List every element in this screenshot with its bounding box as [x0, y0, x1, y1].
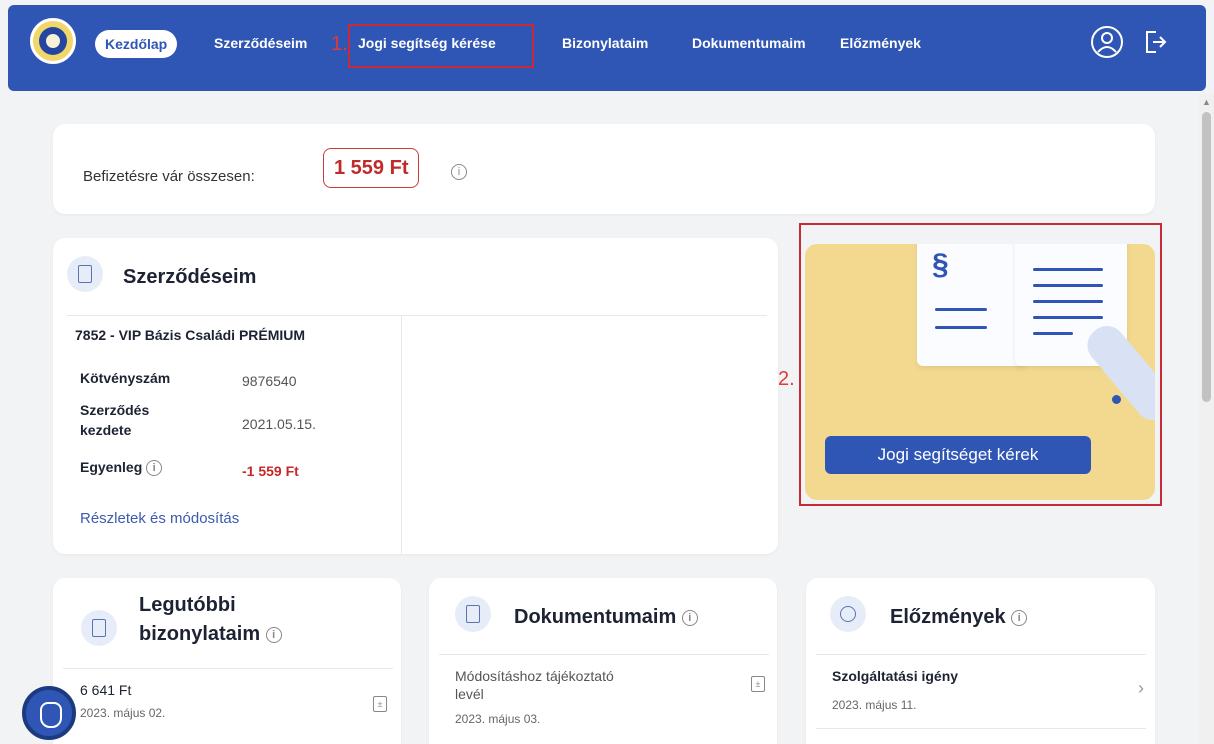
- balance-label: Egyenleg i: [80, 459, 163, 477]
- logout-icon[interactable]: [1144, 29, 1168, 60]
- nav-history[interactable]: Előzmények: [840, 35, 921, 51]
- info-icon[interactable]: i: [1011, 609, 1028, 626]
- receipts-title-line-1: Legutóbbi: [139, 594, 236, 616]
- info-icon[interactable]: i: [451, 164, 467, 180]
- documents-title-text: Dokumentumaim: [514, 606, 677, 628]
- nav-documents[interactable]: Dokumentumaim: [692, 35, 806, 51]
- accessibility-settings-button[interactable]: [22, 686, 76, 740]
- top-navigation: Kezdőlap Szerződéseim 1. Jogi segítség k…: [8, 5, 1206, 91]
- info-icon[interactable]: i: [265, 626, 282, 643]
- info-icon[interactable]: i: [146, 460, 163, 477]
- pointing-hand-illustration: [1080, 318, 1155, 428]
- divider: [816, 654, 1146, 655]
- history-card: Előzmények i Szolgáltatási igény 2023. m…: [806, 578, 1155, 744]
- contracts-card: Szerződéseim 7852 - VIP Bázis Családi PR…: [53, 238, 778, 554]
- receipt-date: 2023. május 02.: [80, 706, 166, 720]
- user-circle-icon[interactable]: [1090, 25, 1124, 64]
- payment-due-card: Befizetésre vár összesen: 1 559 Ft i: [53, 124, 1155, 214]
- contract-product-name: 7852 - VIP Bázis Családi PRÉMIUM: [75, 327, 306, 343]
- receipt-icon: [81, 610, 117, 646]
- step-marker-1: 1.: [331, 33, 348, 55]
- scroll-up-icon[interactable]: ▲: [1202, 97, 1211, 107]
- documents-card: Dokumentumaim i Módosításhoz tájékoztató…: [429, 578, 777, 744]
- documents-title: Dokumentumaim i: [514, 606, 698, 629]
- document-illustration: §: [917, 244, 1027, 366]
- document-name-line-1[interactable]: Módosításhoz tájékoztató: [455, 668, 614, 684]
- nav-receipts[interactable]: Bizonylataim: [562, 35, 648, 51]
- receipt-amount: 6 641 Ft: [80, 682, 132, 698]
- contracts-title: Szerződéseim: [123, 266, 257, 288]
- legal-help-promo: § Jogi segítséget kérek: [805, 244, 1155, 500]
- history-item-date: 2023. május 11.: [832, 698, 917, 712]
- balance-value: -1 559 Ft: [242, 463, 299, 479]
- policy-number-label: Kötvényszám: [80, 370, 171, 386]
- scrollbar[interactable]: ▲: [1199, 94, 1214, 744]
- download-icon[interactable]: ±: [373, 696, 387, 712]
- payment-due-amount: 1 559 Ft: [323, 148, 420, 188]
- document-date: 2023. május 03.: [455, 712, 541, 726]
- policy-number-value: 9876540: [242, 373, 297, 389]
- receipts-title-text: bizonylataim: [139, 623, 261, 645]
- history-title-text: Előzmények: [890, 606, 1006, 628]
- divider: [63, 668, 393, 669]
- paragraph-sign-icon: §: [932, 248, 949, 281]
- receipts-title-line-2: bizonylataim i: [139, 623, 282, 646]
- divider: [67, 315, 767, 316]
- request-legal-help-button[interactable]: Jogi segítséget kérek: [825, 436, 1091, 474]
- nav-home[interactable]: Kezdőlap: [95, 30, 178, 58]
- balance-label-text: Egyenleg: [80, 459, 143, 475]
- details-link[interactable]: Részletek és módosítás: [80, 510, 239, 527]
- start-date-label-2: kezdete: [80, 422, 132, 438]
- contract-icon: [67, 256, 103, 292]
- history-item-name[interactable]: Szolgáltatási igény: [832, 668, 958, 684]
- divider: [439, 654, 769, 655]
- scrollbar-thumb[interactable]: [1202, 112, 1211, 402]
- info-icon[interactable]: i: [681, 609, 698, 626]
- history-title: Előzmények i: [890, 606, 1028, 629]
- step-marker-2: 2.: [778, 368, 795, 390]
- download-icon[interactable]: ±: [751, 676, 765, 692]
- nav-contracts[interactable]: Szerződéseim: [214, 35, 307, 51]
- clock-icon: [830, 596, 866, 632]
- divider: [816, 728, 1146, 729]
- company-logo[interactable]: [30, 18, 76, 64]
- start-date-label-1: Szerződés: [80, 402, 150, 418]
- nav-legal-help[interactable]: Jogi segítség kérése: [358, 35, 496, 51]
- start-date-value: 2021.05.15.: [242, 416, 316, 432]
- document-name-line-2[interactable]: levél: [455, 686, 484, 702]
- decorative-dot: [1112, 395, 1121, 404]
- receipts-card: Legutóbbi bizonylataim i 6 641 Ft 2023. …: [53, 578, 401, 744]
- divider: [401, 316, 402, 554]
- chevron-right-icon[interactable]: ›: [1138, 678, 1144, 699]
- payment-due-label: Befizetésre vár összesen:: [83, 168, 255, 185]
- document-icon: [455, 596, 491, 632]
